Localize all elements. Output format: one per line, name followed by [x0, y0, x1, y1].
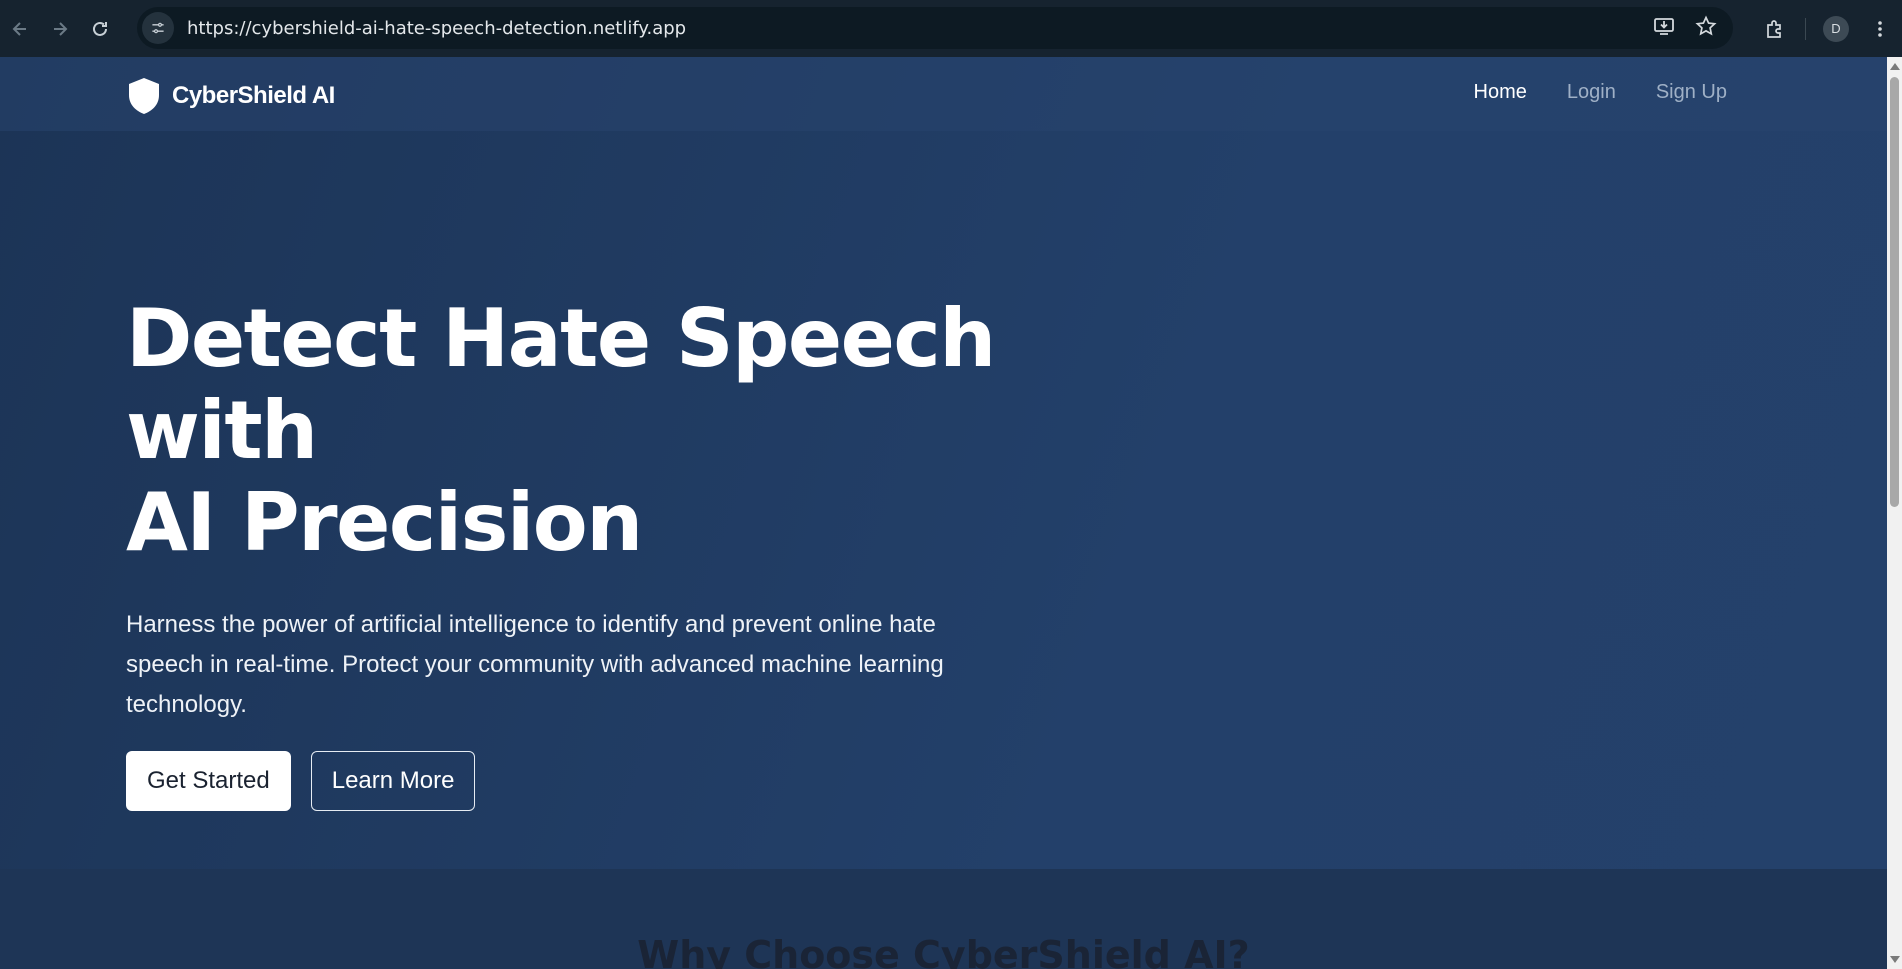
- extensions-button[interactable]: [1753, 7, 1797, 51]
- toolbar-divider: [1805, 17, 1806, 40]
- hero-title-line-1: Detect Hate Speech with: [126, 292, 996, 477]
- reload-icon: [93, 21, 107, 36]
- reload-button[interactable]: [80, 9, 120, 49]
- browser-toolbar: https://cybershield-ai-hate-speech-detec…: [0, 0, 1902, 57]
- browser-menu-button[interactable]: [1858, 7, 1902, 51]
- scroll-up-arrow-icon[interactable]: [1890, 63, 1900, 70]
- learn-more-button[interactable]: Learn More: [310, 751, 476, 811]
- arrow-left-icon: [12, 21, 26, 36]
- scroll-down-arrow-icon[interactable]: [1890, 956, 1900, 963]
- brand-logo[interactable]: CyberShield AI: [126, 77, 335, 115]
- back-button[interactable]: [0, 9, 40, 49]
- address-bar[interactable]: https://cybershield-ai-hate-speech-detec…: [137, 7, 1733, 49]
- puzzle-icon: [1767, 19, 1781, 38]
- scroll-thumb[interactable]: [1890, 77, 1899, 507]
- bookmark-star-icon[interactable]: [1695, 14, 1717, 42]
- forward-button[interactable]: [40, 9, 80, 49]
- get-started-button[interactable]: Get Started: [126, 751, 291, 811]
- features-heading: Why Choose CyberShield AI?: [637, 933, 1250, 969]
- features-section: Why Choose CyberShield AI?: [0, 869, 1887, 969]
- web-page: CyberShield AI Home Login Sign Up Detect…: [0, 57, 1887, 969]
- avatar: D: [1823, 15, 1849, 42]
- hero-title: Detect Hate Speech with AI Precision: [126, 293, 1026, 569]
- kebab-menu-icon: [1878, 20, 1882, 37]
- shield-icon: [129, 78, 159, 114]
- install-app-icon[interactable]: [1653, 15, 1675, 42]
- url-text[interactable]: https://cybershield-ai-hate-speech-detec…: [187, 18, 686, 39]
- main-nav: Home Login Sign Up: [1474, 81, 1727, 104]
- site-info-button[interactable]: [142, 12, 174, 44]
- hero-description: Harness the power of artificial intellig…: [126, 611, 944, 718]
- site-header: CyberShield AI Home Login Sign Up: [0, 57, 1887, 131]
- tune-icon: [152, 22, 164, 34]
- page-scrollbar[interactable]: [1887, 57, 1902, 969]
- profile-button[interactable]: D: [1814, 7, 1858, 51]
- hero-actions: Get Started Learn More: [126, 751, 1026, 811]
- brand-name: CyberShield AI: [172, 82, 335, 109]
- arrow-right-icon: [54, 21, 68, 36]
- hero-section: Detect Hate Speech with AI Precision Har…: [126, 293, 1026, 811]
- nav-home-link[interactable]: Home: [1474, 81, 1527, 104]
- hero-title-line-2: AI Precision: [126, 476, 643, 569]
- nav-signup-link[interactable]: Sign Up: [1656, 81, 1727, 104]
- nav-login-link[interactable]: Login: [1567, 81, 1616, 104]
